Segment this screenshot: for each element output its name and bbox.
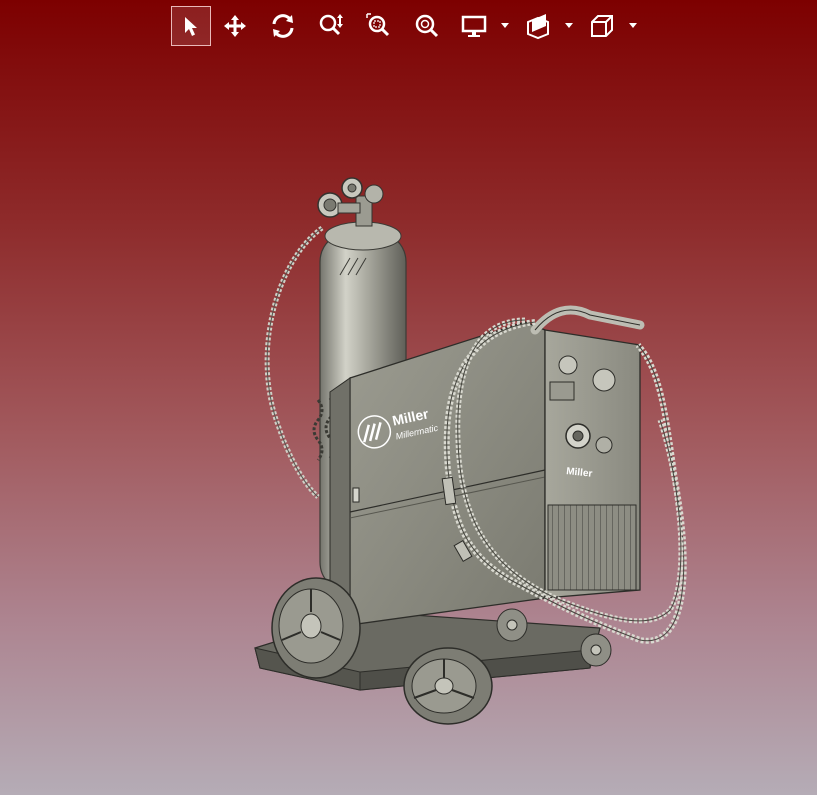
- cart-handle: [530, 305, 645, 335]
- select-arrow-icon: [185, 17, 197, 36]
- zoom-window-icon: [366, 13, 390, 37]
- regulator: [317, 177, 384, 227]
- gas-hose: [264, 225, 324, 499]
- display-mode-icon: [461, 15, 487, 37]
- zoom-vertical-icon: [319, 14, 343, 36]
- front-right-caster: [580, 633, 612, 667]
- zoom-vertical-button[interactable]: [307, 6, 355, 46]
- pan-move-icon: [224, 15, 246, 37]
- viewer-toolbar: [171, 6, 643, 46]
- zoom-fit-icon: [415, 14, 439, 38]
- right-rear-wheel: [403, 647, 493, 725]
- welder-front-panel: Miller: [544, 329, 641, 599]
- zoom-fit-button[interactable]: [403, 6, 451, 46]
- chevron-down-icon: [501, 23, 509, 28]
- section-plane-button[interactable]: [515, 6, 579, 46]
- zoom-window-button[interactable]: [355, 6, 403, 46]
- section-plane-icon: [527, 14, 549, 40]
- 3d-viewport[interactable]: Miller Millermatic Miller: [0, 0, 817, 795]
- pan-tool-button[interactable]: [211, 6, 259, 46]
- display-mode-button[interactable]: [451, 6, 515, 46]
- welder-cart-model[interactable]: Miller Millermatic Miller: [0, 0, 817, 795]
- view-cube-button[interactable]: [579, 6, 643, 46]
- view-cube-icon: [591, 15, 613, 37]
- rotate-icon: [272, 14, 294, 38]
- chevron-down-icon: [565, 23, 573, 28]
- select-tool-button[interactable]: [171, 6, 211, 46]
- rotate-tool-button[interactable]: [259, 6, 307, 46]
- chevron-down-icon: [629, 23, 637, 28]
- front-left-caster: [496, 608, 528, 642]
- left-rear-wheel: [271, 577, 361, 679]
